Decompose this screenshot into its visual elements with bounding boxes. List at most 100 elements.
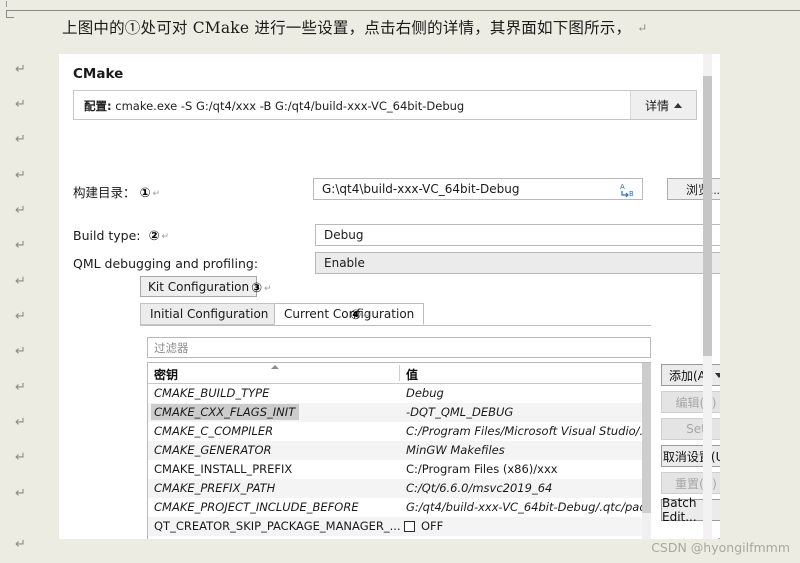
marker-4-wrap: ④ ↵ (350, 307, 371, 323)
margin-paragraph-mark-7: ↵ (15, 309, 26, 324)
marker-1: ① (139, 186, 151, 201)
table-cell-value: MinGW Makefiles (406, 443, 505, 457)
value-checkbox-label: OFF (421, 519, 444, 533)
margin-paragraph-mark-5: ↵ (15, 238, 26, 253)
caret-down-icon (715, 372, 720, 378)
caret-up-icon (674, 102, 682, 108)
table-row[interactable]: CMAKE_C_COMPILER C:/Program Files/Microso… (148, 422, 650, 441)
table-row[interactable]: CMAKE_GENERATOR MinGW Makefiles (148, 441, 650, 460)
marker-2: ② (148, 229, 160, 244)
configuration-tabbar: Initial Configuration Current Configurat… (140, 303, 685, 326)
configure-summary-row: 配置: cmake.exe -S G:/qt4/xxx -B G:/qt4/bu… (73, 90, 697, 120)
kit-configuration-button[interactable]: Kit Configuration (140, 276, 258, 297)
column-divider[interactable] (399, 365, 400, 381)
build-directory-value: G:\qt4\build-xxx-VC_64bit-Debug (322, 182, 520, 196)
table-row[interactable]: CMAKE_INSTALL_PREFIX C:/Program Files (x8… (148, 460, 650, 479)
table-cell-key: CMAKE_PREFIX_PATH (154, 481, 276, 495)
table-cell-value: C:/Qt/6.6.0/msvc2019_64/bin/qmake.exe (406, 538, 642, 539)
build-directory-label: 构建目录： ① ↵ (73, 182, 160, 201)
table-header: 密钥 值 (148, 363, 650, 384)
advanced-checkbox-label: 高级 (678, 536, 702, 539)
build-directory-label-text: 构建目录： (73, 185, 136, 200)
filter-input[interactable]: 过滤器 (147, 337, 651, 358)
build-directory-input[interactable]: G:\qt4\build-xxx-VC_64bit-Debug A B (313, 178, 643, 200)
details-button-label: 详情 (644, 98, 669, 113)
table-row[interactable]: CMAKE_PROJECT_INCLUDE_BEFORE G:/qt4/build… (148, 498, 650, 517)
configure-command: cmake.exe -S G:/qt4/xxx -B G:/qt4/build-… (115, 99, 465, 113)
page-ruler-tick (6, 1, 7, 7)
table-body: CMAKE_BUILD_TYPE Debug CMAKE_CXX_FLAGS_INI… (148, 384, 650, 539)
cmake-settings-screenshot: CMake 配置: cmake.exe -S G:/qt4/xxx -B G:/… (59, 54, 720, 539)
watermark: CSDN @hyongilfmmm (651, 540, 790, 555)
tab-initial-configuration[interactable]: Initial Configuration (140, 303, 279, 325)
margin-paragraph-mark-4: ↵ (15, 203, 26, 218)
configure-label: 配置: (84, 99, 112, 113)
table-row[interactable]: CMAKE_BUILD_TYPE Debug (148, 384, 650, 403)
margin-paragraph-mark-9: ↵ (15, 380, 26, 395)
table-cell-value: C:/Qt/6.6.0/msvc2019_64 (406, 481, 553, 495)
build-type-label-text: Build type: (73, 228, 141, 243)
margin-paragraph-mark-2: ↵ (15, 132, 26, 147)
table-row[interactable]: QT_QMAKE_EXECUTABLE C:/Qt/6.6.0/msvc2019_… (148, 536, 650, 539)
margin-paragraph-mark-1: ↵ (15, 97, 26, 112)
marker-2-pilcrow-icon: ↵ (161, 232, 170, 242)
table-row[interactable]: CMAKE_CXX_FLAGS_INIT -DQT_QML_DEBUG (148, 403, 650, 422)
table-cell-key: QT_QMAKE_EXECUTABLE (154, 538, 297, 539)
marker-4-pilcrow-icon: ↵ (363, 311, 371, 321)
column-header-value[interactable]: 值 (406, 366, 418, 383)
table-row[interactable]: CMAKE_PREFIX_PATH C:/Qt/6.6.0/msvc2019_64 (148, 479, 650, 498)
marker-3: ③ (251, 281, 263, 296)
table-cell-value: C:/Program Files/Microsoft Visual Studio… (406, 424, 651, 438)
margin-paragraph-mark-8: ↵ (15, 344, 26, 359)
details-button[interactable]: 详情 (630, 91, 696, 119)
qml-debugging-label: QML debugging and profiling: (73, 256, 259, 271)
marker-3-pilcrow-icon: ↵ (264, 284, 272, 294)
value-checkbox[interactable] (404, 520, 415, 532)
build-type-label: Build type: ② ↵ (73, 228, 169, 244)
margin-paragraph-mark-0: ↵ (15, 62, 26, 77)
table-cell-key: CMAKE_CXX_FLAGS_INIT (151, 404, 300, 420)
browse-button[interactable]: 浏览... (667, 178, 720, 200)
table-cell-key: QT_CREATOR_SKIP_PACKAGE_MANAGER_... (154, 519, 401, 533)
table-cell-value: -DQT_QML_DEBUG (406, 405, 514, 419)
page-margin-corner-mark (6, 11, 14, 18)
page-top-border (6, 10, 800, 11)
a-to-b-variable-icon[interactable]: A B (620, 182, 636, 198)
build-type-value: Debug (324, 228, 364, 242)
table-scrollbar-thumb[interactable] (642, 363, 651, 513)
table-scrollbar[interactable] (642, 363, 651, 539)
margin-paragraph-mark-11: ↵ (15, 450, 26, 465)
qml-debugging-value: Enable (324, 256, 365, 270)
marker-1-pilcrow-icon: ↵ (152, 189, 161, 199)
paragraph-mark-icon: ↵ (637, 21, 648, 35)
marker-3-wrap: ③ ↵ (251, 280, 272, 296)
caret-up-sort-icon (271, 365, 279, 369)
tabbar-underline (140, 325, 651, 326)
marker-4: ④ (350, 308, 362, 323)
table-cell-value: G:/qt4/build-xxx-VC_64bit-Debug/.qtc/pac… (406, 500, 651, 514)
intro-paragraph-text: 上图中的①处可对 CMake 进行一些设置，点击右侧的详情，其界面如下图所示， (62, 19, 632, 37)
build-type-input[interactable]: Debug (315, 224, 720, 246)
panel-scrollbar-thumb[interactable] (703, 76, 712, 356)
word-document-canvas: 上图中的①处可对 CMake 进行一些设置，点击右侧的详情，其界面如下图所示， ↵… (0, 0, 800, 563)
table-cell-key: CMAKE_BUILD_TYPE (154, 386, 270, 400)
column-header-key[interactable]: 密钥 (154, 366, 178, 383)
cmake-cache-table[interactable]: 密钥 值 CMAKE_BUILD_TYPE Debug CMAKE_CXX_FLAG… (147, 362, 651, 539)
table-cell-value[interactable]: OFF (404, 519, 443, 533)
qml-debugging-select[interactable]: Enable (315, 252, 720, 274)
margin-paragraph-mark-12: ↵ (15, 486, 26, 501)
table-cell-key: CMAKE_C_COMPILER (154, 424, 274, 438)
margin-paragraph-mark-6: ↵ (15, 274, 26, 289)
table-row[interactable]: QT_CREATOR_SKIP_PACKAGE_MANAGER_... OFF (148, 517, 650, 536)
table-cell-key: CMAKE_GENERATOR (154, 443, 272, 457)
intro-paragraph: 上图中的①处可对 CMake 进行一些设置，点击右侧的详情，其界面如下图所示， ↵ (62, 16, 762, 38)
page-title: CMake (73, 66, 124, 82)
filter-placeholder: 过滤器 (154, 340, 189, 355)
margin-paragraph-mark-10: ↵ (15, 415, 26, 430)
panel-scrollbar[interactable] (703, 54, 712, 539)
table-cell-value: Debug (406, 386, 444, 400)
margin-paragraph-mark-13: ↵ (15, 537, 26, 552)
table-cell-value: C:/Program Files (x86)/xxx (406, 462, 558, 476)
table-cell-key: CMAKE_INSTALL_PREFIX (154, 462, 293, 476)
table-cell-key: CMAKE_PROJECT_INCLUDE_BEFORE (154, 500, 359, 514)
